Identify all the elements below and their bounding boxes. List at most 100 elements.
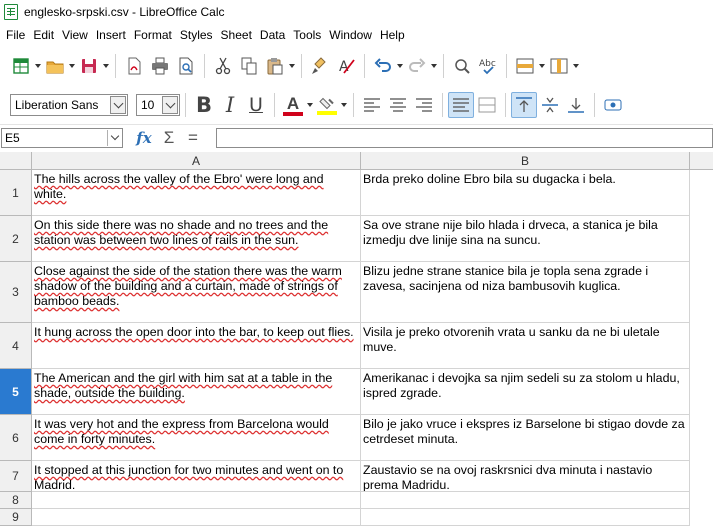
- paste-dropdown-icon[interactable]: [288, 53, 296, 79]
- clear-formatting-icon[interactable]: A: [333, 53, 359, 79]
- highlight-color-button[interactable]: [314, 92, 340, 118]
- menu-format[interactable]: Format: [130, 28, 176, 42]
- new-dropdown-icon[interactable]: [34, 53, 42, 79]
- align-center-icon[interactable]: [385, 92, 411, 118]
- undo-icon[interactable]: [370, 53, 396, 79]
- column-icon[interactable]: [546, 53, 572, 79]
- cell-b7[interactable]: Zaustavio se na ovoj raskrsnici dva minu…: [361, 461, 690, 492]
- select-all-corner[interactable]: [0, 152, 32, 170]
- column-dropdown-icon[interactable]: [572, 53, 580, 79]
- font-name-dropdown-icon[interactable]: [110, 96, 126, 114]
- function-wizard-button[interactable]: fx: [131, 128, 157, 148]
- font-size-combobox[interactable]: 10: [136, 94, 180, 116]
- undo-dropdown-icon[interactable]: [396, 53, 404, 79]
- align-left-icon[interactable]: [359, 92, 385, 118]
- row-header[interactable]: 1: [0, 170, 32, 216]
- cell-b4[interactable]: Visila je preko otvorenih vrata u sanku …: [361, 323, 690, 369]
- name-box[interactable]: E5: [1, 127, 123, 148]
- column-header-a[interactable]: A: [32, 152, 361, 170]
- row-header[interactable]: 2: [0, 216, 32, 262]
- save-icon[interactable]: [76, 53, 102, 79]
- underline-label: U: [249, 94, 263, 116]
- row-header[interactable]: 7: [0, 461, 32, 492]
- print-preview-icon[interactable]: [173, 53, 199, 79]
- print-icon[interactable]: [147, 53, 173, 79]
- menu-styles[interactable]: Styles: [176, 28, 217, 42]
- cell-b6[interactable]: Bilo je jako vruce i ekspres iz Barselon…: [361, 415, 690, 461]
- menu-data[interactable]: Data: [256, 28, 289, 42]
- cut-icon[interactable]: [210, 53, 236, 79]
- redo-icon[interactable]: [404, 53, 430, 79]
- align-right-icon[interactable]: [411, 92, 437, 118]
- row-header[interactable]: 3: [0, 262, 32, 323]
- row-header[interactable]: 6: [0, 415, 32, 461]
- new-spreadsheet-icon[interactable]: [8, 53, 34, 79]
- cell-a1[interactable]: The hills across the valley of the Ebro'…: [32, 170, 361, 216]
- cell-b2[interactable]: Sa ove strane nije bilo hlada i drveca, …: [361, 216, 690, 262]
- column-header-b[interactable]: B: [361, 152, 690, 170]
- cell-text: Zaustavio se na ovoj raskrsnici dva minu…: [363, 463, 653, 492]
- formatting-toolbar: Liberation Sans 10 B I U A: [0, 87, 713, 123]
- find-replace-icon[interactable]: [449, 53, 475, 79]
- cell-b9[interactable]: [361, 509, 690, 526]
- cell-b8[interactable]: [361, 492, 690, 509]
- menu-sheet[interactable]: Sheet: [217, 28, 256, 42]
- menu-help[interactable]: Help: [376, 28, 409, 42]
- align-bottom-icon[interactable]: [563, 92, 589, 118]
- cell-a2[interactable]: On this side there was no shade and no t…: [32, 216, 361, 262]
- sum-button[interactable]: Σ: [157, 128, 181, 148]
- row-header[interactable]: 4: [0, 323, 32, 369]
- menu-tools[interactable]: Tools: [289, 28, 325, 42]
- redo-dropdown-icon[interactable]: [430, 53, 438, 79]
- italic-button[interactable]: I: [217, 92, 243, 118]
- merge-center-icon[interactable]: [474, 92, 500, 118]
- row-header-selected[interactable]: 5: [0, 369, 32, 415]
- cell-a5[interactable]: The American and the girl with him sat a…: [32, 369, 361, 415]
- clone-formatting-icon[interactable]: [307, 53, 333, 79]
- formula-input[interactable]: [216, 128, 713, 148]
- center-vertically-icon[interactable]: [537, 92, 563, 118]
- cell-b3[interactable]: Blizu jedne strane stanice bila je topla…: [361, 262, 690, 323]
- cell-a3[interactable]: Close against the side of the station th…: [32, 262, 361, 323]
- row-icon[interactable]: [512, 53, 538, 79]
- cell-a7[interactable]: It stopped at this junction for two minu…: [32, 461, 361, 492]
- spreadsheet-grid[interactable]: A B 1 The hills across the valley of the…: [0, 152, 713, 529]
- menu-window[interactable]: Window: [325, 28, 376, 42]
- row-dropdown-icon[interactable]: [538, 53, 546, 79]
- open-dropdown-icon[interactable]: [68, 53, 76, 79]
- cell-b5[interactable]: Amerikanac i devojka sa njim sedeli su z…: [361, 369, 690, 415]
- font-color-dropdown-icon[interactable]: [306, 92, 314, 118]
- cell-a4[interactable]: It hung across the open door into the ba…: [32, 323, 361, 369]
- wrap-text-icon[interactable]: [448, 92, 474, 118]
- menu-insert[interactable]: Insert: [92, 28, 130, 42]
- paste-icon[interactable]: [262, 53, 288, 79]
- align-top-icon[interactable]: [511, 92, 537, 118]
- standard-toolbar: A Abc: [0, 45, 713, 87]
- font-size-dropdown-icon[interactable]: [162, 96, 178, 114]
- copy-icon[interactable]: [236, 53, 262, 79]
- open-folder-icon[interactable]: [42, 53, 68, 79]
- menu-view[interactable]: View: [58, 28, 92, 42]
- spelling-icon[interactable]: Abc: [475, 53, 501, 79]
- formula-button[interactable]: =: [181, 128, 205, 148]
- save-dropdown-icon[interactable]: [102, 53, 110, 79]
- export-pdf-icon[interactable]: [121, 53, 147, 79]
- font-color-button[interactable]: A: [280, 92, 306, 118]
- column-header-c[interactable]: [690, 152, 713, 170]
- menu-edit[interactable]: Edit: [29, 28, 58, 42]
- row-header[interactable]: 9: [0, 509, 32, 526]
- cell-a6[interactable]: It was very hot and the express from Bar…: [32, 415, 361, 461]
- number-format-icon[interactable]: [600, 92, 626, 118]
- name-box-value: E5: [5, 130, 20, 145]
- cell-b1[interactable]: Brda preko doline Ebro bila su dugacka i…: [361, 170, 690, 216]
- menu-file[interactable]: File: [0, 28, 29, 42]
- font-name-combobox[interactable]: Liberation Sans: [10, 94, 128, 116]
- bold-button[interactable]: B: [191, 92, 217, 118]
- row-header[interactable]: 8: [0, 492, 32, 509]
- cell-text: Brda preko doline Ebro bila su dugacka i…: [363, 172, 616, 186]
- highlight-color-dropdown-icon[interactable]: [340, 92, 348, 118]
- name-box-dropdown-icon[interactable]: [107, 129, 121, 146]
- cell-a9[interactable]: [32, 509, 361, 526]
- cell-a8[interactable]: [32, 492, 361, 509]
- underline-button[interactable]: U: [243, 92, 269, 118]
